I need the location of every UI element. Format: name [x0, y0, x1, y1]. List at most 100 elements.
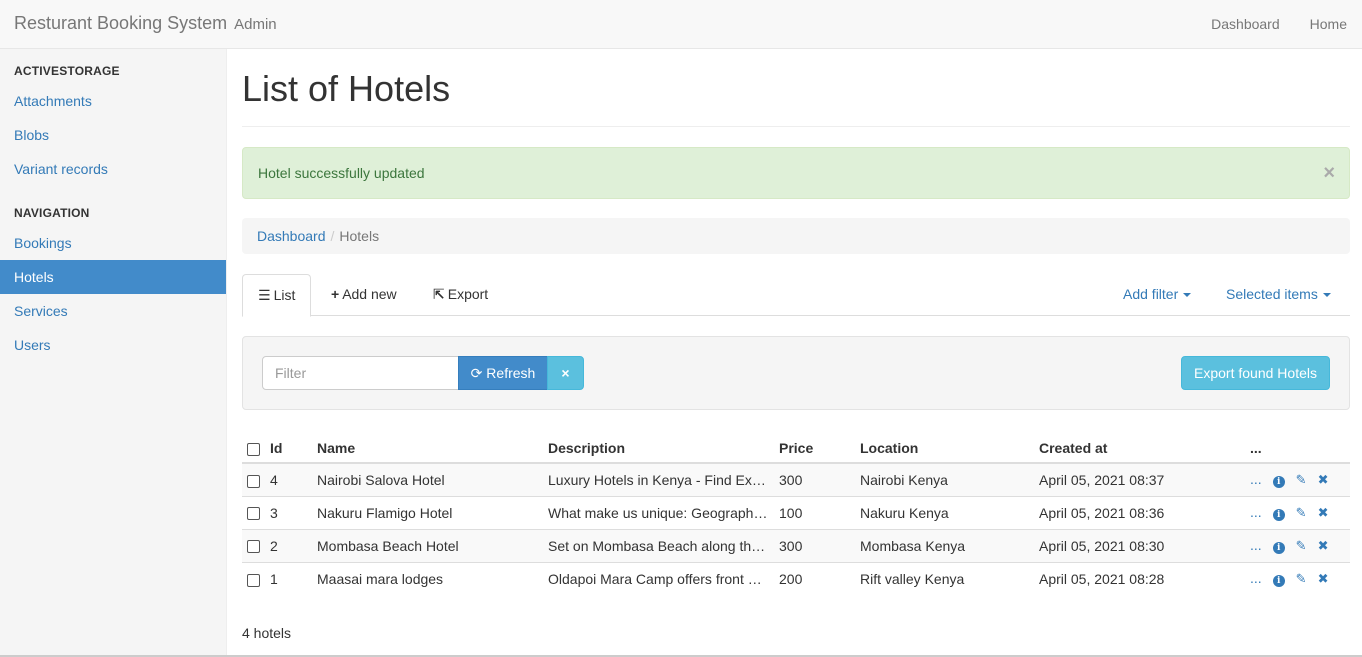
info-icon[interactable]: i: [1272, 472, 1285, 489]
pencil-icon[interactable]: ✎: [1296, 505, 1307, 520]
brand-subtitle: Admin: [234, 16, 277, 33]
cell-actions: ... i ✎ ✖: [1245, 561, 1350, 595]
filter-input[interactable]: [262, 356, 459, 390]
row-checkbox[interactable]: [247, 474, 260, 488]
alert-message: Hotel successfully updated: [258, 165, 425, 181]
nav-home-link[interactable]: Home: [1295, 0, 1362, 48]
selected-items-label: Selected items: [1226, 286, 1318, 302]
column-header-name[interactable]: Name: [312, 430, 543, 464]
breadcrumb: Dashboard / Hotels: [242, 218, 1350, 254]
sidebar-item-variant-records[interactable]: Variant records: [0, 152, 226, 186]
page-title: List of Hotels: [242, 49, 1350, 127]
sidebar-item-users[interactable]: Users: [0, 328, 226, 362]
top-navbar: Resturant Booking System Admin Dashboard…: [0, 0, 1362, 49]
export-found-button[interactable]: Export found Hotels: [1181, 356, 1330, 390]
nav-dashboard-link[interactable]: Dashboard: [1196, 0, 1295, 48]
info-icon[interactable]: i: [1272, 505, 1285, 521]
cell-id: 4: [265, 462, 312, 496]
close-icon[interactable]: ×: [1323, 148, 1335, 198]
refresh-icon: ⟳: [470, 365, 483, 381]
more-dots-link[interactable]: ...: [1250, 570, 1262, 586]
caret-down-icon: [1322, 293, 1331, 298]
success-alert: Hotel successfully updated ×: [242, 147, 1350, 199]
action-tabs: ☰ List + Add new ⇱ Export Add filter Select…: [242, 274, 1350, 317]
cell-actions: ... i ✎ ✖: [1245, 462, 1350, 496]
filter-bar: ⟳ Refresh × Export found Hotels: [242, 336, 1350, 410]
main-content: List of Hotels Hotel successfully update…: [242, 49, 1350, 641]
sidebar: ACTIVESTORAGE Attachments Blobs Variant …: [0, 49, 227, 657]
cell-created-at: April 05, 2021 08:28: [1034, 561, 1245, 595]
cell-actions: ... i ✎ ✖: [1245, 495, 1350, 529]
row-checkbox[interactable]: [247, 573, 260, 587]
delete-icon[interactable]: ✖: [1318, 571, 1329, 586]
hotels-table: Id Name Description Price Location Creat…: [242, 430, 1350, 595]
table-row: 3 Nakuru Flamigo Hotel What make us unique…: [242, 495, 1350, 529]
breadcrumb-current: Hotels: [339, 228, 380, 244]
cell-created-at: April 05, 2021 08:30: [1034, 528, 1245, 562]
selected-items-dropdown[interactable]: Selected items: [1211, 274, 1346, 316]
cell-id: 3: [265, 495, 312, 529]
refresh-button[interactable]: ⟳ Refresh: [458, 356, 548, 390]
delete-icon[interactable]: ✖: [1318, 472, 1329, 487]
cell-name: Maasai mara lodges: [312, 561, 543, 595]
list-icon: ☰: [258, 287, 271, 303]
more-dots-link[interactable]: ...: [1250, 504, 1262, 520]
tab-add-new[interactable]: + Add new: [316, 274, 412, 316]
sidebar-item-hotels[interactable]: Hotels: [0, 260, 226, 294]
add-filter-label: Add filter: [1123, 286, 1179, 302]
delete-icon[interactable]: ✖: [1318, 538, 1329, 553]
cell-description: Luxury Hotels in Kenya - Find Ex…: [548, 472, 766, 489]
cell-name: Mombasa Beach Hotel: [312, 528, 543, 562]
sidebar-header-navigation: NAVIGATION: [14, 206, 90, 220]
column-header-price[interactable]: Price: [774, 430, 855, 464]
sidebar-item-attachments[interactable]: Attachments: [0, 84, 226, 118]
cell-id: 1: [265, 561, 312, 595]
sidebar-item-blobs[interactable]: Blobs: [0, 118, 226, 152]
tab-export[interactable]: ⇱ Export: [418, 274, 503, 316]
column-header-more: ...: [1245, 430, 1350, 464]
row-checkbox[interactable]: [247, 507, 260, 521]
cell-location: Nakuru Kenya: [855, 495, 1034, 529]
cell-created-at: April 05, 2021 08:36: [1034, 495, 1245, 529]
sidebar-header-activestorage: ACTIVESTORAGE: [14, 64, 120, 78]
tab-list[interactable]: ☰ List: [242, 274, 312, 317]
pencil-icon[interactable]: ✎: [1296, 538, 1307, 553]
cell-actions: ... i ✎ ✖: [1245, 528, 1350, 562]
cell-price: 300: [774, 462, 855, 496]
info-icon[interactable]: i: [1272, 571, 1285, 588]
table-row: 1 Maasai mara lodges Oldapoi Mara Camp off…: [242, 561, 1350, 595]
breadcrumb-dashboard-link[interactable]: Dashboard: [257, 228, 326, 244]
plus-icon: +: [331, 286, 340, 302]
breadcrumb-separator: /: [330, 228, 335, 244]
more-dots-link[interactable]: ...: [1250, 471, 1262, 487]
sidebar-item-services[interactable]: Services: [0, 294, 226, 328]
clear-filter-button[interactable]: ×: [547, 356, 584, 390]
brand-link[interactable]: Resturant Booking System Admin: [14, 13, 277, 34]
column-header-created-at[interactable]: Created at: [1034, 430, 1245, 464]
cell-description: Set on Mombasa Beach along th…: [548, 538, 766, 555]
more-dots-link[interactable]: ...: [1250, 537, 1262, 553]
close-icon: ×: [561, 365, 570, 381]
table-header-row: Id Name Description Price Location Creat…: [242, 430, 1350, 464]
pencil-icon[interactable]: ✎: [1296, 571, 1307, 586]
column-header-description[interactable]: Description: [543, 430, 774, 464]
add-filter-dropdown[interactable]: Add filter: [1108, 274, 1206, 316]
pencil-icon[interactable]: ✎: [1296, 472, 1307, 487]
cell-price: 200: [774, 561, 855, 595]
tab-list-label: List: [273, 287, 296, 303]
tab-add-new-label: Add new: [342, 286, 397, 302]
info-icon[interactable]: i: [1272, 538, 1285, 554]
delete-icon[interactable]: ✖: [1318, 505, 1329, 520]
cell-location: Nairobi Kenya: [855, 462, 1034, 496]
table-row: 4 Nairobi Salova Hotel Luxury Hotels in Ke…: [242, 462, 1350, 496]
cell-description: Oldapoi Mara Camp offers front s…: [548, 571, 768, 588]
row-checkbox[interactable]: [247, 540, 260, 554]
column-header-location[interactable]: Location: [855, 430, 1034, 464]
sidebar-item-bookings[interactable]: Bookings: [0, 226, 226, 260]
record-count: 4 hotels: [242, 625, 292, 641]
share-icon: ⇱: [433, 286, 445, 302]
cell-id: 2: [265, 528, 312, 562]
cell-price: 300: [774, 528, 855, 562]
select-all-checkbox[interactable]: [247, 442, 260, 456]
column-header-id[interactable]: Id: [265, 430, 312, 464]
